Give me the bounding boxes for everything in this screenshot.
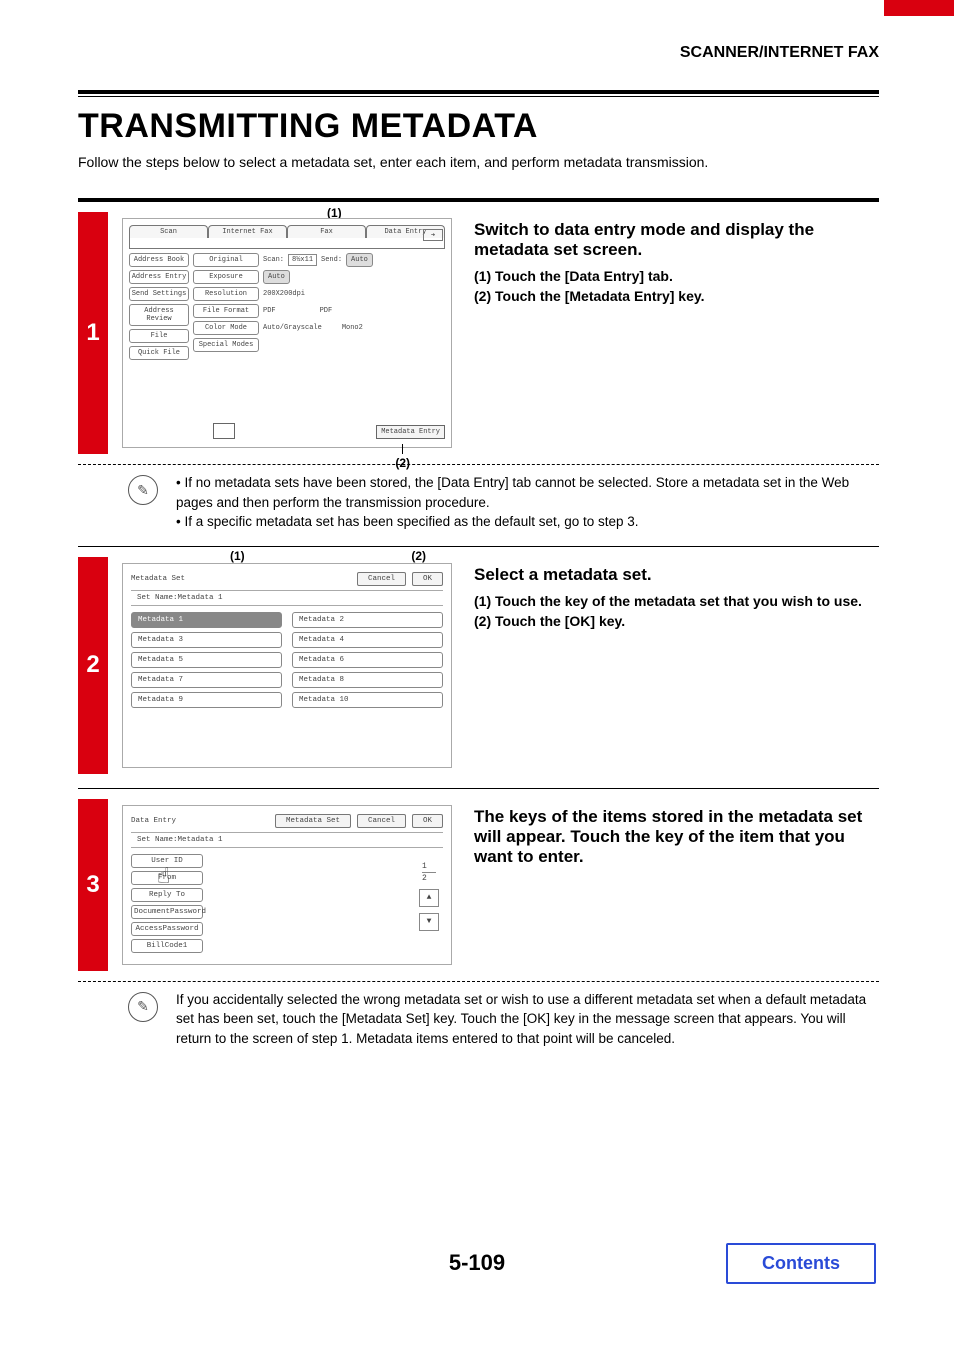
btn-metadata-entry[interactable]: Metadata Entry (376, 425, 445, 439)
pencil-icon-2: ✎ (128, 992, 158, 1022)
top-red-bar (884, 0, 954, 16)
s2-set-name: Set Name:Metadata 1 (131, 590, 443, 606)
s3-metadata-set-button[interactable]: Metadata Set (275, 814, 351, 828)
val-cm-1: Auto/Grayscale (263, 324, 322, 332)
btn-file-format[interactable]: File Format (193, 304, 259, 318)
step-1: 1 (1) Scan Internet Fax Fax Data Entry ➜ (78, 212, 879, 454)
step1-note-1: If no metadata sets have been stored, th… (176, 473, 879, 512)
step-2-number: 2 (78, 557, 108, 774)
meta-2[interactable]: Metadata 2 (292, 612, 443, 628)
page-title: TRANSMITTING METADATA (78, 107, 879, 146)
page-total: 2 (422, 874, 427, 883)
contents-button[interactable]: Contents (726, 1243, 876, 1284)
btn-special-modes[interactable]: Special Modes (193, 338, 259, 352)
step1-anno-2: (2) (395, 442, 410, 470)
btn-address-book[interactable]: Address Book (129, 253, 189, 267)
rule-after-1 (78, 546, 879, 547)
btn-resolution[interactable]: Resolution (193, 287, 259, 301)
rule-top-thick (78, 90, 879, 94)
btn-address-review[interactable]: Address Review (129, 304, 189, 326)
val-cm-2: Mono2 (342, 324, 363, 332)
meta-10[interactable]: Metadata 10 (292, 692, 443, 708)
val-ff-1: PDF (263, 307, 276, 315)
meta-4[interactable]: Metadata 4 (292, 632, 443, 648)
step3-note: ✎ If you accidentally selected the wrong… (78, 990, 879, 1049)
page-up-button[interactable]: ▲ (419, 889, 439, 907)
step1-instr-2: (2) Touch the [Metadata Entry] key. (474, 288, 879, 304)
btn-send-settings[interactable]: Send Settings (129, 287, 189, 301)
label-send: Send: (321, 256, 342, 264)
item-bill-code-1[interactable]: BillCode1 (131, 939, 203, 953)
val-ff-2: PDF (320, 307, 333, 315)
tab-fax[interactable]: Fax (287, 225, 366, 238)
step2-instr-2: (2) Touch the [OK] key. (474, 613, 879, 629)
s3-cancel-button[interactable]: Cancel (357, 814, 406, 828)
page-current: 1 (422, 862, 427, 871)
meta-6[interactable]: Metadata 6 (292, 652, 443, 668)
meta-3[interactable]: Metadata 3 (131, 632, 282, 648)
step1-instr-1: (1) Touch the [Data Entry] tab. (474, 268, 879, 284)
btn-quick-file[interactable]: Quick File (129, 346, 189, 360)
rule-top-thin (78, 96, 879, 97)
pencil-icon: ✎ (128, 475, 158, 505)
s2-title: Metadata Set (131, 575, 351, 583)
val-send-auto: Auto (346, 253, 373, 267)
btn-original[interactable]: Original (193, 253, 259, 267)
step3-dashed (78, 981, 879, 982)
meta-8[interactable]: Metadata 8 (292, 672, 443, 688)
btn-exposure[interactable]: Exposure (193, 270, 259, 284)
s2-ok-button[interactable]: OK (412, 572, 443, 586)
tab-scan[interactable]: Scan (129, 225, 208, 238)
step2-screenshot: Metadata Set Cancel OK Set Name:Metadata… (122, 563, 452, 768)
meta-5[interactable]: Metadata 5 (131, 652, 282, 668)
step3-title: The keys of the items stored in the meta… (474, 807, 879, 867)
val-exposure: Auto (263, 270, 290, 284)
meta-9[interactable]: Metadata 9 (131, 692, 282, 708)
btn-color-mode[interactable]: Color Mode (193, 321, 259, 335)
step1-dashed (78, 464, 879, 465)
s3-ok-button[interactable]: OK (412, 814, 443, 828)
item-document-password[interactable]: DocumentPassword (131, 905, 203, 919)
tab-internet-fax[interactable]: Internet Fax (208, 225, 287, 238)
val-scan-size: 8½x11 (288, 254, 317, 266)
btn-address-entry[interactable]: Address Entry (129, 270, 189, 284)
btn-file[interactable]: File (129, 329, 189, 343)
touch-hand-icon: ☝ (157, 864, 170, 890)
tab-more-arrow-icon[interactable]: ➜ (423, 229, 443, 241)
preview-icon[interactable] (213, 423, 235, 439)
step1-note: ✎ If no metadata sets have been stored, … (78, 473, 879, 532)
label-scan: Scan: (263, 256, 284, 264)
step-3: 3 Data Entry Metadata Set Cancel OK Set … (78, 799, 879, 971)
step1-title: Switch to data entry mode and display th… (474, 220, 879, 260)
step1-screenshot: Scan Internet Fax Fax Data Entry ➜ Addre… (122, 218, 452, 448)
step2-title: Select a metadata set. (474, 565, 879, 585)
meta-1[interactable]: Metadata 1 (131, 612, 282, 628)
meta-7[interactable]: Metadata 7 (131, 672, 282, 688)
step1-note-2: If a specific metadata set has been spec… (176, 512, 879, 532)
rule-after-2 (78, 788, 879, 789)
step3-note-text: If you accidentally selected the wrong m… (176, 990, 879, 1049)
s3-set-name: Set Name:Metadata 1 (131, 832, 443, 848)
val-resolution: 200X200dpi (263, 290, 305, 298)
lead-text: Follow the steps below to select a metad… (78, 154, 879, 170)
item-access-password[interactable]: AccessPassword (131, 922, 203, 936)
step2-instr-1: (1) Touch the key of the metadata set th… (474, 593, 879, 609)
s3-title: Data Entry (131, 817, 269, 825)
page-down-button[interactable]: ▼ (419, 913, 439, 931)
s2-cancel-button[interactable]: Cancel (357, 572, 406, 586)
step-2: 2 (1) (2) Metadata Set Cancel OK Set Nam… (78, 557, 879, 774)
step3-screenshot: Data Entry Metadata Set Cancel OK Set Na… (122, 805, 452, 965)
step-1-number: 1 (78, 212, 108, 454)
step-3-number: 3 (78, 799, 108, 971)
section-header: SCANNER/INTERNET FAX (680, 44, 879, 62)
item-reply-to[interactable]: Reply To (131, 888, 203, 902)
rule-sep (78, 198, 879, 202)
